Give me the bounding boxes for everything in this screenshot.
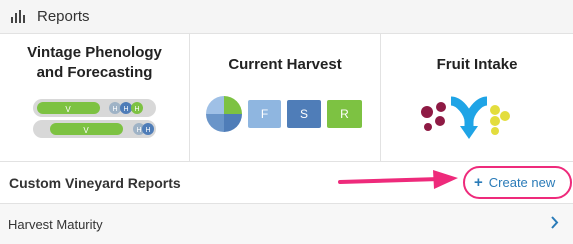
pill-label: V [65, 105, 71, 114]
fruit-intake-illustration [421, 96, 510, 139]
reports-header: Reports [0, 0, 573, 34]
pill-label: V [83, 126, 89, 135]
fruit-intake-card[interactable]: Fruit Intake [381, 34, 573, 161]
button-label: S [300, 107, 308, 121]
bar-chart-icon [11, 10, 25, 23]
report-list-item[interactable]: Harvest Maturity [0, 204, 573, 244]
report-label: Harvest Maturity [8, 216, 103, 232]
create-new-button[interactable]: + Create new [463, 166, 572, 199]
report-cards: Vintage Phenology and Forecasting V H H … [0, 34, 573, 162]
plus-icon: + [474, 174, 483, 191]
card-title: Current Harvest [228, 56, 342, 73]
dot-label: H [123, 106, 128, 113]
chevron-right-icon [551, 216, 559, 229]
section-title: Custom Vineyard Reports [9, 175, 181, 191]
card-title: Vintage Phenology and Forecasting [27, 44, 162, 81]
vintage-phenology-card[interactable]: Vintage Phenology and Forecasting V H H … [0, 34, 190, 161]
create-new-label: Create new [488, 175, 556, 190]
card-title: Fruit Intake [436, 56, 518, 73]
dot-label: H [134, 106, 139, 113]
phenology-illustration: V H H H V H H [33, 99, 156, 138]
dot-label: H [145, 127, 150, 134]
button-label: F [261, 107, 268, 121]
current-harvest-card[interactable]: Current Harvest F S R [190, 34, 381, 161]
dot-label: H [112, 106, 117, 113]
harvest-illustration: F S R [206, 96, 362, 132]
dot-label: H [136, 127, 141, 134]
page-title: Reports [37, 8, 90, 25]
button-label: R [340, 107, 349, 121]
